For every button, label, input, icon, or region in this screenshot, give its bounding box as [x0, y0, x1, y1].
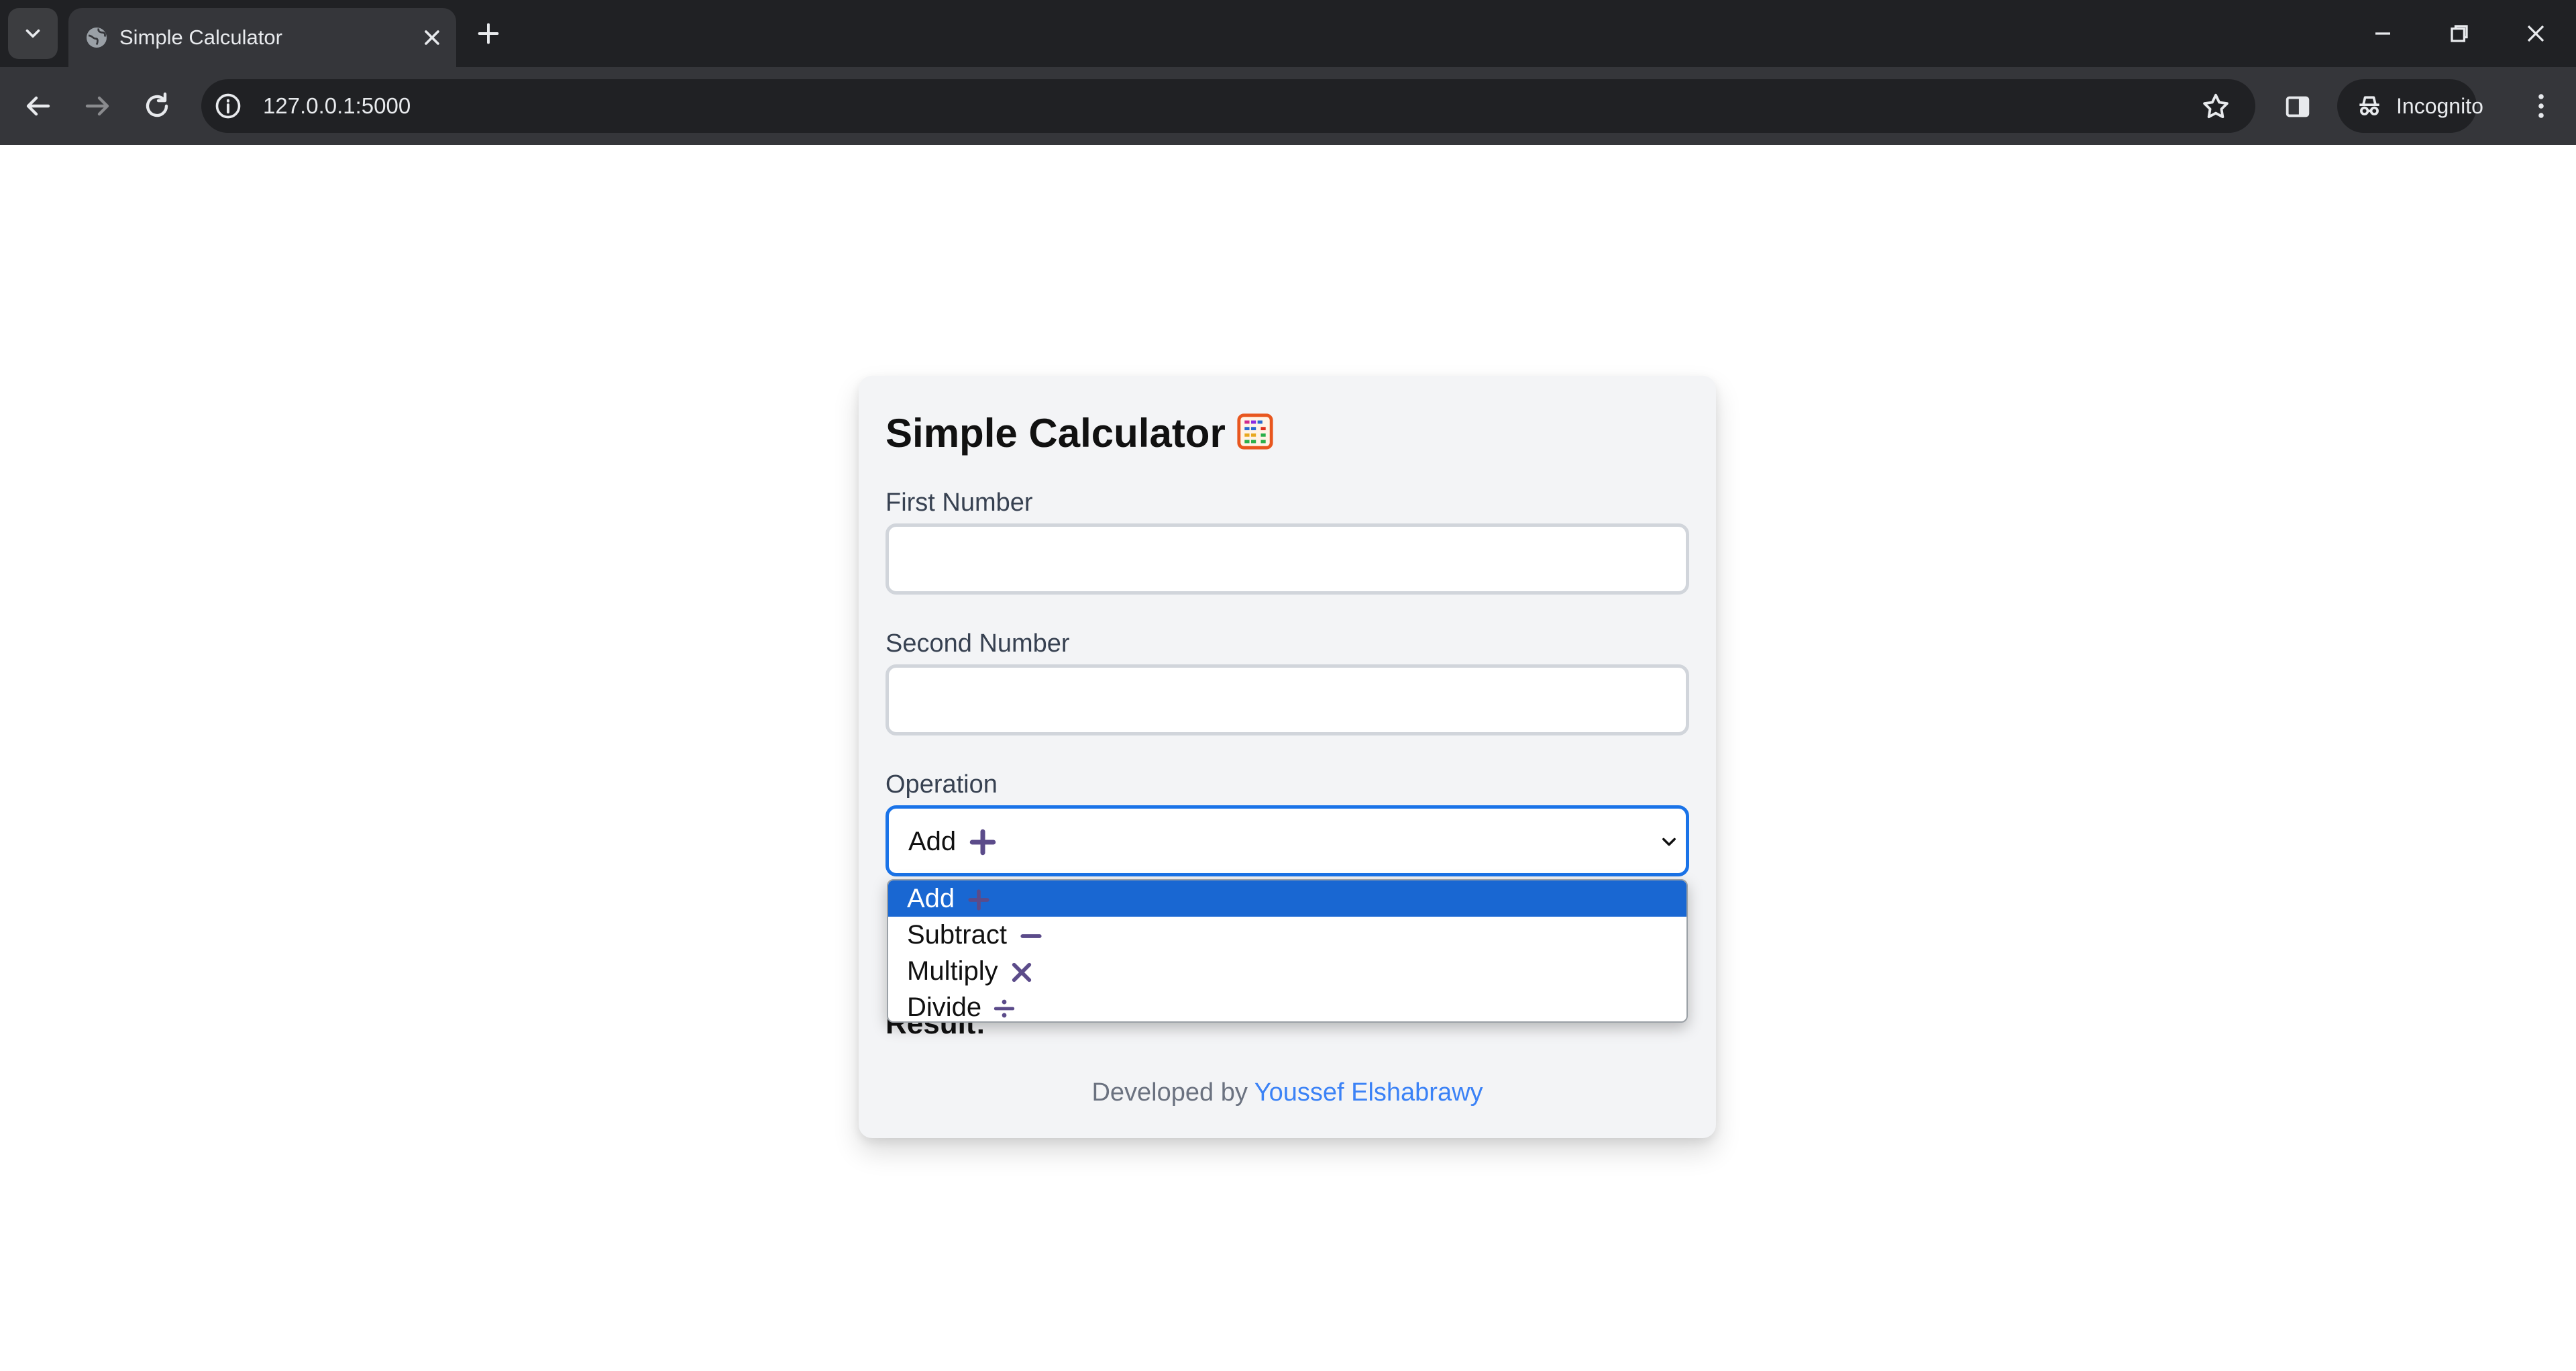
more-menu-icon[interactable] [2525, 90, 2557, 122]
new-tab-icon[interactable] [475, 20, 502, 47]
operation-label: Operation [885, 770, 998, 799]
browser-tab[interactable]: Simple Calculator [68, 8, 456, 67]
footer-prefix: Developed by [1091, 1078, 1248, 1107]
multiply-icon [1012, 962, 1032, 982]
tab-title: Simple Calculator [119, 26, 282, 49]
divide-icon [994, 999, 1015, 1018]
reload-icon[interactable] [141, 90, 173, 122]
option-label: Divide [907, 993, 982, 1022]
operation-option-divide[interactable]: Divide [888, 989, 1686, 1022]
second-number-input[interactable] [885, 664, 1689, 735]
second-number-label: Second Number [885, 629, 1070, 658]
operation-select[interactable] [885, 805, 1689, 876]
address-bar[interactable] [201, 79, 2255, 133]
operation-option-subtract[interactable]: Subtract [888, 917, 1686, 953]
globe-icon [87, 28, 107, 48]
incognito-label: Incognito [2396, 94, 2483, 118]
site-info-icon[interactable] [213, 91, 243, 121]
tab-search-button[interactable] [8, 8, 58, 59]
option-label: Add [907, 884, 955, 913]
abacus-icon [1237, 413, 1273, 450]
plus-icon [969, 829, 996, 856]
author-link[interactable]: Youssef Elshabrawy [1254, 1078, 1483, 1107]
first-number-input[interactable] [885, 523, 1689, 595]
operation-option-add[interactable]: Add [888, 880, 1686, 917]
close-window-icon[interactable] [2521, 19, 2551, 48]
chevron-down-icon [1662, 837, 1676, 846]
footer: Developed by Youssef Elshabrawy [859, 1074, 1716, 1111]
chevron-down-icon [25, 29, 40, 38]
operation-dropdown-list: Add Subtract Multiply Divide [887, 879, 1688, 1023]
operation-selected-value: Add [908, 827, 957, 856]
minus-icon [1020, 934, 1042, 938]
close-tab-icon[interactable] [420, 26, 444, 50]
plus-icon [968, 889, 989, 911]
restore-icon[interactable] [2445, 19, 2474, 48]
url-text[interactable]: 127.0.0.1:5000 [263, 91, 411, 121]
first-number-label: First Number [885, 489, 1033, 517]
page-title: Simple Calculator [885, 411, 1226, 456]
minimize-icon[interactable] [2368, 19, 2398, 48]
back-icon[interactable] [21, 90, 54, 122]
bookmark-star-icon[interactable] [2200, 91, 2231, 122]
side-panel-icon[interactable] [2282, 91, 2313, 122]
operation-option-multiply[interactable]: Multiply [888, 953, 1686, 989]
incognito-icon [2359, 96, 2379, 115]
tab-strip: Simple Calculator [0, 0, 2576, 67]
option-label: Multiply [907, 956, 998, 986]
option-label: Subtract [907, 920, 1007, 950]
forward-icon[interactable] [82, 90, 114, 122]
